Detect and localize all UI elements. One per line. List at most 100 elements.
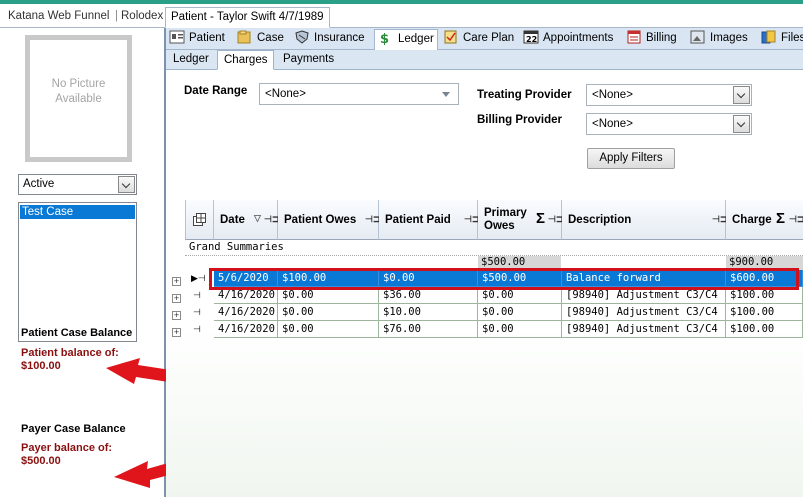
current-row-icon: ▶⊣	[191, 273, 206, 283]
expand-row-icon[interactable]: +	[172, 311, 181, 320]
expand-row-icon[interactable]: +	[172, 328, 181, 337]
tab-images-label: Images	[710, 32, 748, 44]
column-header-description[interactable]: Description ⊣⊐	[562, 200, 727, 240]
tab-images[interactable]: Images	[690, 29, 748, 50]
patient-sidebar: No Picture Available Active Test Case Pa…	[0, 28, 164, 497]
chevron-down-icon[interactable]	[733, 86, 750, 104]
payer-case-balance-heading: Payer Case Balance	[21, 423, 126, 435]
care-plan-icon	[443, 30, 459, 44]
chevron-down-icon[interactable]	[733, 115, 750, 133]
column-header-date[interactable]: Date ▽ ⊣⊐	[214, 200, 279, 240]
module-tab-bar: Patient Case Insurance $ Ledger Care Plan…	[166, 28, 803, 50]
chevron-down-icon[interactable]	[118, 176, 135, 193]
tab-patient[interactable]: Patient	[169, 29, 225, 50]
cell-patient-paid[interactable]: $76.00	[379, 321, 478, 338]
billing-provider-label: Billing Provider	[477, 114, 562, 126]
apply-filters-button[interactable]: Apply Filters	[587, 148, 675, 169]
treating-provider-label: Treating Provider	[477, 89, 572, 101]
pin-icon: ⊣	[193, 324, 201, 334]
dollar-icon: $	[378, 31, 394, 47]
charges-panel: Date Range <None> Treating Provider <Non…	[166, 70, 803, 497]
patient-case-balance-heading: Patient Case Balance	[21, 327, 133, 339]
svg-text:22: 22	[526, 35, 537, 44]
pin-icon: ⊣	[193, 307, 201, 317]
expand-row-icon[interactable]: +	[172, 277, 181, 286]
case-list[interactable]: Test Case	[18, 202, 137, 342]
case-status-value: Active	[23, 178, 55, 190]
column-header-patient-owes[interactable]: Patient Owes ⊣⊐	[278, 200, 380, 240]
patient-photo: No Picture Available	[25, 35, 132, 162]
cell-description[interactable]: [98940] Adjustment C3/C4	[562, 304, 726, 321]
tab-appointments[interactable]: 22 Appointments	[523, 29, 613, 50]
grand-summaries-row: Grand Summaries	[185, 240, 803, 256]
column-header-patient-owes-label: Patient Owes	[284, 214, 357, 226]
case-list-item[interactable]: Test Case	[20, 205, 135, 219]
tab-patient-record[interactable]: Patient - Taylor Swift 4/7/1989	[165, 7, 330, 28]
tab-insurance[interactable]: Insurance	[294, 29, 365, 50]
column-header-charge-label: Charge	[732, 214, 772, 226]
case-status-select[interactable]: Active	[18, 174, 137, 195]
tab-case-label: Case	[257, 32, 284, 44]
no-picture-line-2: Available	[55, 93, 102, 105]
column-header-charge[interactable]: Charge Σ ⊣⊐	[726, 200, 803, 240]
column-header-date-label: Date	[220, 214, 245, 226]
highlight-box	[209, 268, 799, 290]
sort-filter-icon[interactable]: ▽	[254, 213, 261, 224]
tab-billing-label: Billing	[646, 32, 677, 44]
sigma-icon[interactable]: Σ	[536, 210, 545, 227]
tab-ledger-label: Ledger	[398, 33, 434, 45]
tab-insurance-label: Insurance	[314, 32, 365, 44]
billing-provider-select[interactable]: <None>	[586, 113, 752, 135]
cell-patient-owes[interactable]: $0.00	[278, 321, 379, 338]
shield-icon	[294, 30, 310, 44]
tab-care-plan[interactable]: Care Plan	[443, 29, 514, 50]
pin-icon[interactable]: ⊣⊐	[789, 214, 803, 225]
tab-rolodex[interactable]: Rolodex	[121, 7, 163, 28]
no-picture-line-1: No Picture	[51, 78, 106, 90]
cell-patient-paid[interactable]: $10.00	[379, 304, 478, 321]
tab-ledger-sub[interactable]: Ledger	[173, 50, 209, 70]
svg-text:$: $	[380, 32, 389, 45]
column-chooser-icon[interactable]	[193, 213, 207, 226]
dropdown-arrow-icon[interactable]	[442, 92, 450, 97]
column-header-patient-paid-label: Patient Paid	[385, 214, 451, 226]
tab-charges[interactable]: Charges	[217, 50, 275, 70]
treating-provider-select[interactable]: <None>	[586, 84, 752, 106]
cell-date[interactable]: 4/16/2020	[214, 304, 278, 321]
tab-katana-web-funnel[interactable]: Katana Web Funnel	[8, 7, 109, 28]
cell-charge[interactable]: $100.00	[726, 304, 803, 321]
grand-summaries-label: Grand Summaries	[189, 241, 284, 253]
tab-files[interactable]: Files	[761, 29, 803, 50]
column-header-patient-paid[interactable]: Patient Paid ⊣⊐	[379, 200, 479, 240]
tab-billing[interactable]: Billing	[626, 29, 677, 50]
tab-case[interactable]: Case	[237, 29, 284, 50]
pin-icon: ⊣	[193, 290, 201, 300]
top-tab-bar: Katana Web Funnel | Rolodex Patient - Ta…	[0, 4, 803, 28]
expand-row-icon[interactable]: +	[172, 294, 181, 303]
cell-primary-owes[interactable]: $0.00	[478, 321, 562, 338]
sigma-icon[interactable]: Σ	[776, 210, 785, 227]
tab-separator: |	[115, 10, 118, 22]
date-range-select[interactable]: <None>	[259, 83, 459, 105]
tab-payments[interactable]: Payments	[283, 50, 334, 70]
tab-ledger[interactable]: $ Ledger	[374, 29, 438, 50]
column-chooser-header[interactable]	[185, 200, 214, 240]
billing-provider-value: <None>	[592, 118, 633, 130]
ledger-sub-tab-bar: Ledger Charges Payments	[166, 50, 803, 70]
image-icon	[690, 30, 706, 44]
billing-sheet-icon	[626, 30, 642, 44]
cell-primary-owes[interactable]: $0.00	[478, 304, 562, 321]
cell-charge[interactable]: $100.00	[726, 321, 803, 338]
tab-care-plan-label: Care Plan	[463, 32, 515, 44]
tab-appointments-label: Appointments	[543, 32, 614, 44]
cell-date[interactable]: 4/16/2020	[214, 321, 278, 338]
column-header-primary-owes[interactable]: Primary Owes Σ ⊣⊐	[478, 200, 563, 240]
no-picture-placeholder: No Picture Available	[30, 40, 127, 157]
treating-provider-value: <None>	[592, 89, 633, 101]
column-header-primary-owes-label: Primary Owes	[484, 207, 527, 232]
tab-files-label: Files	[781, 32, 803, 44]
folder-icon	[237, 30, 253, 44]
charges-grid: Date ▽ ⊣⊐ Patient Owes ⊣⊐ Patient Paid ⊣…	[166, 200, 803, 497]
cell-patient-owes[interactable]: $0.00	[278, 304, 379, 321]
cell-description[interactable]: [98940] Adjustment C3/C4	[562, 321, 726, 338]
